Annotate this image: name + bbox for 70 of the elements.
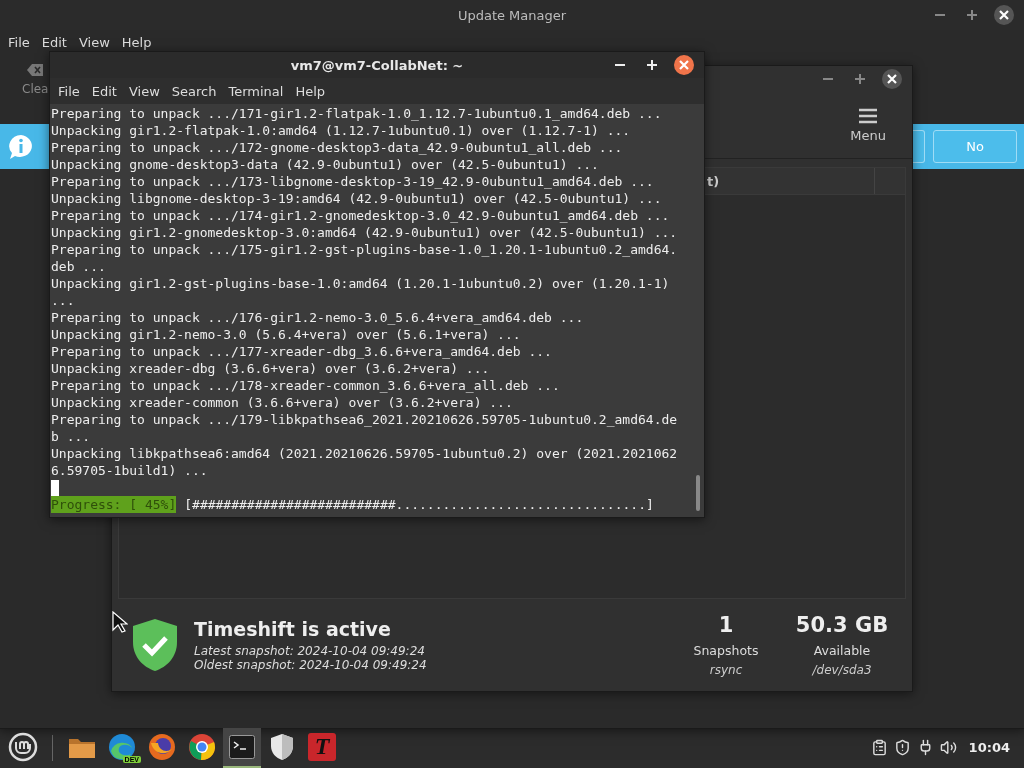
font-app-icon: T [308, 732, 336, 761]
menu-item[interactable]: View [74, 32, 114, 52]
shield-alert-icon[interactable] [893, 739, 911, 756]
terminal-line: deb ... [51, 258, 107, 275]
clear-icon [27, 64, 44, 76]
text-cursor [51, 480, 59, 496]
clipboard-icon[interactable] [870, 739, 888, 756]
terminal-line: Unpacking xreader-dbg (3.6.6+vera) over (3.6.2+vera) ... [51, 360, 491, 377]
terminal-line: Unpacking gir1.2-gst-plugins-base-1.0:amd64 (1.20.1-1ubuntu0.2) over (1.20.1-1) [51, 275, 671, 292]
window-title: vm7@vm7-CollabNet: ~ [290, 57, 464, 73]
window-title: Update Manager [457, 7, 567, 23]
menu-button[interactable]: Menu [844, 106, 892, 144]
menu-item[interactable]: Help [117, 32, 156, 52]
terminal-icon [229, 734, 255, 759]
menu-item[interactable]: Search [167, 81, 221, 101]
progress-label: Progress: [ 45%] [51, 496, 177, 513]
close-button[interactable] [674, 55, 694, 75]
info-icon [8, 133, 34, 160]
menu-icon [859, 107, 878, 124]
shield-icon [270, 732, 294, 761]
maximize-icon [967, 10, 977, 20]
close-icon [999, 10, 1009, 20]
terminal-line: Preparing to unpack .../172-gnome-desktop3-data_42.9-0ubuntu1_all.deb ... [51, 139, 624, 156]
menu-item[interactable]: Terminal [224, 81, 288, 101]
close-icon [679, 60, 689, 70]
status-title: Timeshift is active [194, 618, 392, 640]
menu-item[interactable]: Edit [37, 32, 71, 52]
close-button[interactable] [994, 5, 1014, 25]
toolbar-label: Clea [22, 82, 49, 96]
terminal-line: Unpacking gir1.2-flatpak-1.0:amd64 (1.12.7-1ubuntu0.1) over (1.12.7-1) ... [51, 122, 632, 139]
mint-logo-icon [8, 731, 38, 762]
progress-bar-text: [##########################................................] [184, 496, 654, 513]
stat-detail: /dev/sda3 [812, 663, 872, 677]
menu-item[interactable]: View [124, 81, 164, 101]
menu-item[interactable]: Help [291, 81, 330, 101]
terminal-line: Preparing to unpack .../171-gir1.2-flatpak-1.0_1.12.7-1ubuntu0.1_amd64.deb ... [51, 105, 663, 122]
terminal-line: Unpacking gir1.2-nemo-3.0 (5.6.4+vera) over (5.6.1+vera) ... [51, 326, 522, 343]
terminal-line: Unpacking xreader-common (3.6.6+vera) over (3.6.2+vera) ... [51, 394, 514, 411]
menu-item[interactable]: File [4, 32, 34, 52]
terminal-line: Preparing to unpack .../179-libkpathsea6_2021.20210626.59705-1ubuntu0.2_amd64.de [51, 411, 679, 428]
maximize-icon [855, 74, 865, 84]
menu-item[interactable]: File [54, 81, 84, 101]
terminal-line: 6.59705-1build1) ... [51, 462, 209, 479]
terminal-line: Preparing to unpack .../177-xreader-dbg_3.6.6+vera_amd64.deb ... [51, 343, 553, 360]
taskbar-app[interactable] [223, 727, 261, 768]
terminal-line: ... [51, 292, 76, 309]
clock[interactable]: 10:04 [968, 740, 1010, 755]
close-icon [887, 74, 897, 84]
terminal-line: Preparing to unpack .../176-gir1.2-nemo-3.0_5.6.4+vera_amd64.deb ... [51, 309, 585, 326]
shield-check-icon [132, 618, 178, 672]
terminal-line: b ... [51, 428, 92, 445]
browser-icon [188, 732, 216, 761]
latest-snapshot: Latest snapshot: 2024-10-04 09:49:24 [194, 644, 426, 658]
terminal-line: Unpacking gir1.2-gnomedesktop-3.0:amd64 (42.9-0ubuntu1) over (42.5-0ubuntu1) ... [51, 224, 679, 241]
oldest-snapshot: Oldest snapshot: 2024-10-04 09:49:24 [194, 658, 428, 672]
terminal-line: Preparing to unpack .../178-xreader-common_3.6.6+vera_all.deb ... [51, 377, 561, 394]
browser-icon [148, 732, 176, 761]
stat-label: Snapshots [693, 643, 759, 658]
scrollbar[interactable] [696, 475, 700, 511]
stat-label: Available [813, 643, 871, 658]
volume-icon[interactable] [939, 739, 957, 756]
maximize-icon [647, 60, 657, 70]
close-button[interactable] [882, 69, 902, 89]
terminal-line: Preparing to unpack .../174-gir1.2-gnomedesktop-3.0_42.9-0ubuntu1_amd64.deb ... [51, 207, 671, 224]
stat-value: 1 [718, 613, 734, 637]
stat-value: 50.3 GB [795, 613, 889, 637]
terminal-line: Unpacking libkpathsea6:amd64 (2021.20210626.59705-1ubuntu0.2) over (2021.2021062 [51, 445, 679, 462]
menu-item[interactable]: Edit [87, 81, 121, 101]
terminal-line: Preparing to unpack .../175-gir1.2-gst-plugins-base-1.0_1.20.1-1ubuntu0.2_amd64. [51, 241, 679, 258]
stat-detail: rsync [709, 663, 743, 677]
